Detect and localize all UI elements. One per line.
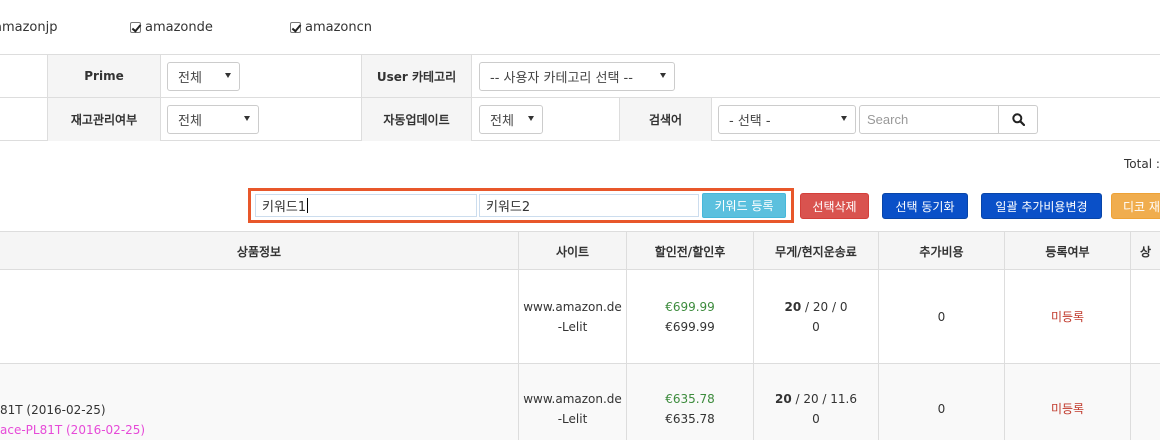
search-input[interactable]: Search	[859, 105, 999, 134]
search-field-select-value: - 선택 -	[729, 114, 771, 129]
cell-extra-cost: 0	[879, 270, 1005, 363]
cell-extra-cost: 0	[879, 364, 1005, 440]
bulk-extra-cost-button[interactable]: 일괄 추가비용변경	[981, 193, 1102, 219]
site-line1: www.amazon.de	[523, 299, 622, 314]
table-row[interactable]: 81T (2016-02-25) ace-PL81T (2016-02-25) …	[0, 364, 1160, 440]
keyword-register-box: 키워드1 키워드2 키워드 등록	[248, 188, 794, 223]
keyword2-input[interactable]: 키워드2	[479, 194, 699, 217]
table-row[interactable]: www.amazon.de -Lelit €699.99 €699.99 20 …	[0, 270, 1160, 364]
user-category-label: User 카테고리	[361, 55, 472, 97]
keyword1-input[interactable]: 키워드1	[255, 194, 477, 217]
search-field-select[interactable]: - 선택 -	[718, 105, 856, 134]
cell-site: www.amazon.de -Lelit	[519, 270, 627, 363]
filter-row-1: Prime 전체 User 카테고리 -- 사용자 카테고리 선택 --	[0, 55, 1160, 98]
weight-main: 20	[774, 392, 792, 406]
site-checkbox-amazoncn[interactable]: amazoncn	[290, 20, 372, 35]
weight-main: 20	[784, 299, 802, 314]
site-line1: www.amazon.de	[523, 392, 622, 406]
weight-line1: 20 / 20 / 0	[785, 297, 848, 317]
caret-down-icon	[660, 73, 666, 78]
cell-product-info	[0, 270, 519, 363]
extra-cost-value: 0	[937, 309, 946, 324]
registered-status: 미등록	[1050, 402, 1085, 416]
text-caret	[307, 198, 309, 213]
cell-price: €699.99 €699.99	[627, 270, 754, 363]
search-placeholder: Search	[867, 112, 909, 127]
caret-down-icon	[841, 116, 847, 121]
header-site: 사이트	[519, 232, 627, 270]
search-icon	[1011, 113, 1025, 126]
weight-line2: 0	[812, 319, 820, 334]
cell-registered: 미등록	[1005, 270, 1131, 363]
site-line2: -Lelit	[557, 412, 588, 426]
cell-price: €635.78 €635.78	[627, 364, 754, 440]
weight-rest: / 20 / 0	[801, 299, 848, 314]
site-checkbox-amazonde[interactable]: amazonde	[130, 20, 213, 35]
product-info-line1: 81T (2016-02-25)	[0, 403, 106, 417]
prime-select-value: 전체	[178, 71, 202, 86]
stock-label: 재고관리여부	[47, 98, 161, 141]
header-price: 할인전/할인후	[627, 232, 754, 270]
stock-select-value: 전체	[178, 114, 202, 129]
cell-truncated	[1131, 364, 1160, 440]
header-weight-shipping: 무게/현지운송료	[754, 232, 879, 270]
site-line2: -Lelit	[557, 319, 588, 334]
search-label: 검색어	[619, 98, 712, 141]
cell-weight: 20 / 20 / 11.6 0	[754, 364, 879, 440]
weight-line1: 20 / 20 / 11.6	[775, 389, 857, 409]
header-product-info: 상품정보	[0, 232, 519, 270]
total-count: Total : 2	[1124, 157, 1160, 171]
registered-status: 미등록	[1050, 309, 1085, 324]
price-after: €699.99	[665, 319, 715, 334]
table-header: 상품정보 사이트 할인전/할인후 무게/현지운송료 추가비용 등록여부 상	[0, 232, 1160, 270]
prime-label: Prime	[47, 55, 161, 97]
site-filter-row: amazonjp amazonde amazoncn	[0, 0, 1160, 55]
cell-site: www.amazon.de -Lelit	[519, 364, 627, 440]
site-checkbox-amazonjp[interactable]: amazonjp	[0, 20, 57, 35]
header-extra-cost: 추가비용	[879, 232, 1005, 270]
user-category-select-value: -- 사용자 카테고리 선택 --	[490, 71, 633, 86]
caret-down-icon	[528, 116, 534, 121]
weight-rest: / 20 / 11.6	[791, 392, 858, 406]
price-before: €635.78	[665, 392, 715, 406]
caret-down-icon	[244, 116, 250, 121]
keyword2-value: 키워드2	[486, 200, 531, 215]
site-label-amazonde: amazonde	[145, 20, 213, 35]
checkbox-checked-icon[interactable]	[290, 22, 301, 33]
price-before: €699.99	[665, 299, 715, 314]
caret-down-icon	[225, 73, 231, 78]
price-after: €635.78	[665, 412, 715, 426]
header-registered: 등록여부	[1005, 232, 1131, 270]
product-table: 상품정보 사이트 할인전/할인후 무게/현지운송료 추가비용 등록여부 상 ww…	[0, 231, 1160, 440]
filter-table: Prime 전체 User 카테고리 -- 사용자 카테고리 선택 -- 재고관…	[0, 54, 1160, 141]
site-label-amazonjp: amazonjp	[0, 20, 58, 35]
cell-truncated	[1131, 270, 1160, 363]
header-truncated: 상	[1139, 244, 1152, 259]
extra-action-button[interactable]: 디코 재	[1111, 193, 1160, 219]
checkbox-checked-icon[interactable]	[130, 22, 141, 33]
auto-update-select[interactable]: 전체	[479, 105, 543, 134]
stock-select[interactable]: 전체	[167, 105, 259, 134]
cell-weight: 20 / 20 / 0 0	[754, 270, 879, 363]
filter-row-2: 재고관리여부 전체 자동업데이트 전체 검색어 - 선택 - Search	[0, 98, 1160, 141]
delete-selected-button[interactable]: 선택삭제	[800, 193, 869, 219]
user-category-select[interactable]: -- 사용자 카테고리 선택 --	[479, 62, 675, 91]
search-button[interactable]	[998, 105, 1038, 134]
site-label-amazoncn: amazoncn	[305, 20, 372, 35]
sync-selected-button[interactable]: 선택 동기화	[882, 193, 968, 219]
auto-update-select-value: 전체	[490, 114, 514, 129]
extra-cost-value: 0	[937, 402, 946, 416]
keyword1-value: 키워드1	[262, 200, 307, 215]
cell-product-info: 81T (2016-02-25) ace-PL81T (2016-02-25)	[0, 364, 519, 440]
product-info-line2[interactable]: ace-PL81T (2016-02-25)	[0, 420, 145, 440]
auto-update-label: 자동업데이트	[361, 98, 472, 141]
prime-select[interactable]: 전체	[167, 62, 240, 91]
weight-line2: 0	[812, 412, 820, 426]
cell-registered: 미등록	[1005, 364, 1131, 440]
keyword-register-button[interactable]: 키워드 등록	[702, 193, 786, 218]
